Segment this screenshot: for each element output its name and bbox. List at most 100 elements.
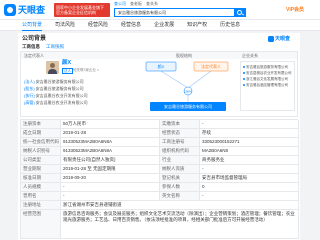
avatar[interactable] [46,61,59,74]
table-value: 50万人民币 [61,120,160,129]
graph-node-person-label: 颜X [158,63,165,69]
avatar-body-shape [48,69,57,74]
graph-node-company-label: 安吉雅谷旅游服务有限公司 [164,103,212,109]
table-label: 公司类型 [21,156,61,165]
business-info-table: 注册资本 50万人民币 实缴资本 - 成立日期 2019-01-28 经营状态 存续 统一社… [20,119,299,239]
table-value: MA2B0A6N8 [200,147,299,156]
logo-text[interactable]: 天眼查 [18,4,45,16]
subtab-business-snapshot[interactable]: 工商快照 [46,44,64,50]
avatar-head-shape [50,63,55,68]
search-tab-company[interactable]: 查公司 [114,1,126,7]
table-value: 2019-09-20 [61,174,160,183]
official-banner: 国家中小企业发展基金旗下 官方备案企业征信机构 [54,3,110,17]
search-button[interactable] [234,8,246,17]
section-title: 公司背景 [22,36,47,42]
banner-line-2: 官方备案企业征信机构 [56,10,96,15]
tab-judicial-risk[interactable]: 司法风险 [55,20,75,31]
table-value: 2019-01-28 至 无固定期限 [61,165,160,174]
bullet-icon [243,66,245,68]
bullet-icon [243,78,245,80]
role-tag: (执行) [24,93,35,98]
search-type-tabs: 查公司 查老板 查关系 [114,1,158,7]
graph-node-role-label: 法定代表人 [201,63,221,69]
tianyancha-logo-icon[interactable] [4,4,16,16]
table-label: 纳税人资质 [160,165,200,174]
role-line[interactable]: (高管)安吉县雅谷农业开发有限公司 [24,100,88,106]
subtab-business-info[interactable]: 工商信息 [22,44,40,50]
equity-graph[interactable]: 颜X 法定代表人 100% 安吉雅谷旅游服务有限公司 [142,60,234,114]
role-company: 安吉雅谷旅游服务有限公司 [35,86,84,91]
table-label: 实缴资本 [160,120,200,129]
table-value: - [200,165,299,174]
related-companies-list: 安吉雅谷旅游服务有限公司 安吉县雅谷农业开发有限公司 浙江雅谷文化发展有限公司 … [240,61,295,111]
business-scope: 旅游信息咨询服务；会议及展览服务；组织文化艺术交流活动（除演出）；企业营销策划；… [61,210,299,239]
table-value: - [200,192,299,201]
role-company: 安吉县雅谷农业开发有限公司 [35,93,88,98]
role-company: 安吉县雅谷农业开发有限公司 [35,100,88,105]
graph-share-label: 100% [184,89,192,93]
graph-edge [187,70,212,89]
role-company: 安吉雅谷旅游服务有限公司 [35,79,84,84]
table-label: 核准日期 [21,174,61,183]
graph-edge [160,70,189,89]
table-value: 91330523MA2B0A6N8A [61,147,160,156]
panel-header-equity: 股权结构 [176,53,192,58]
business-info-subtabs: 工商信息 工商快照 [22,44,64,50]
table-label: 纳税人识别号 [21,147,61,156]
table-label-scope: 经营范围 [21,210,61,239]
role-tag: (高管) [24,100,35,105]
role-tag: (法人) [24,79,35,84]
watermark-text: 天眼查 [275,36,291,42]
table-label-address: 注册地址 [21,201,61,210]
legal-rep-name[interactable]: 颜X [62,60,71,67]
table-label: 工商注册号 [160,138,200,147]
role-tag: (股东) [24,86,35,91]
table-label: 英文名称 [160,192,200,201]
panel-header-relations: 企业关系 [242,53,258,58]
table-label: 人员规模 [21,183,61,192]
role-line[interactable]: (股东)安吉雅谷旅游服务有限公司 [24,86,84,92]
tab-history[interactable]: 历史信息 [220,20,240,31]
legal-rep-related-link[interactable]: 他关联2家企业 > [73,68,99,73]
legal-rep-badge: 法人 [62,68,73,74]
table-value: 有限责任公司(自然人独资) [61,156,160,165]
table-label: 参保人数 [160,183,200,192]
table-label: 统一社会信用代码 [21,138,61,147]
table-label: 组织机构代码 [160,147,200,156]
tab-operating-info[interactable]: 经营信息 [121,20,141,31]
table-label: 经营状态 [160,129,200,138]
table-label: 营业期限 [21,165,61,174]
registered-address: 浙江省湖州市安吉县递铺街道 [61,201,299,210]
tianyancha-watermark-icon [268,36,274,42]
table-label: 曾用名 [21,192,61,201]
search-tab-boss[interactable]: 查老板 [130,1,142,7]
table-value: 91330523MA2B0A6N8A [61,138,160,147]
vip-link[interactable]: VIP会员 [286,6,304,14]
list-item[interactable]: 安吉雅谷酒店管理有限公司 [243,82,292,88]
panel-header-legal-rep: 法定代表人 [24,53,44,58]
tab-operating-risk[interactable]: 经营风险 [88,20,108,31]
bullet-icon [243,84,245,86]
company-nav-bar: 公司背景 司法风险 经营风险 经营信息 企业发展 知识产权 历史信息 [0,20,320,31]
search-icon [237,9,242,15]
related-company-name: 安吉雅谷酒店管理有限公司 [246,83,288,87]
role-line[interactable]: (法人)安吉雅谷旅游服务有限公司 [24,79,84,85]
tab-company-background[interactable]: 公司背景 [22,20,43,31]
search-tab-relation[interactable]: 查关系 [146,1,158,7]
tab-ip[interactable]: 知识产权 [187,20,207,31]
table-value: - [61,192,160,201]
table-label: 登记机关 [160,174,200,183]
table-label: 行业 [160,156,200,165]
table-label: 成立日期 [21,129,61,138]
search-input[interactable]: 安吉雅谷旅游服务有限公司 [114,8,234,17]
watermark: 天眼查 [268,36,290,42]
table-label: 注册资本 [21,120,61,129]
table-value: 商务服务业 [200,156,299,165]
table-value: 安吉县市场监督管理局 [200,174,299,183]
role-line[interactable]: (执行)安吉县雅谷农业开发有限公司 [24,93,88,99]
tab-development[interactable]: 企业发展 [154,20,174,31]
table-value: 0 [200,183,299,192]
table-value: 330523000152271 [200,138,299,147]
nav-tabs: 公司背景 司法风险 经营风险 经营信息 企业发展 知识产权 历史信息 [22,20,240,31]
table-value: - [200,120,299,129]
